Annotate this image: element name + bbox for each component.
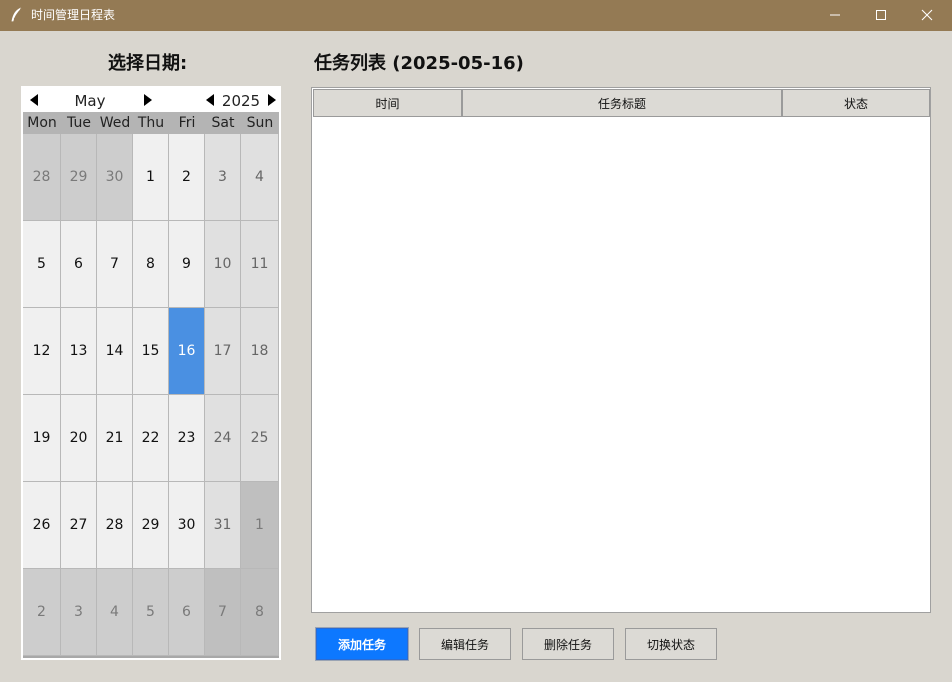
weekday-header: Wed	[97, 112, 133, 134]
calendar-day[interactable]: 6	[61, 221, 97, 308]
calendar-day[interactable]: 13	[61, 308, 97, 395]
weekday-header: Sat	[205, 112, 241, 134]
calendar-day[interactable]: 4	[241, 134, 279, 221]
calendar-day[interactable]: 2	[169, 134, 205, 221]
prev-year-icon[interactable]	[203, 92, 217, 108]
calendar-day[interactable]: 7	[205, 569, 241, 656]
calendar-day[interactable]: 26	[23, 482, 61, 569]
edit-task-button[interactable]: 编辑任务	[419, 628, 511, 660]
delete-task-button[interactable]: 删除任务	[522, 628, 614, 660]
calendar-header: May 2025	[23, 88, 279, 112]
calendar-day[interactable]: 5	[133, 569, 169, 656]
calendar-day[interactable]: 7	[97, 221, 133, 308]
calendar-day[interactable]: 9	[169, 221, 205, 308]
toggle-status-button[interactable]: 切换状态	[625, 628, 717, 660]
prev-month-icon[interactable]	[27, 92, 41, 108]
add-task-button[interactable]: 添加任务	[315, 627, 409, 661]
calendar-day[interactable]: 11	[241, 221, 279, 308]
date-heading: 选择日期:	[108, 53, 188, 74]
calendar-day[interactable]: 8	[241, 569, 279, 656]
task-list-heading: 任务列表 (2025-05-16)	[314, 53, 524, 74]
calendar-day[interactable]: 24	[205, 395, 241, 482]
calendar-day[interactable]: 30	[169, 482, 205, 569]
calendar: May 2025 Mon Tue Wed Thu Fri Sat Sun 28 29 30 1 2 3 4…	[21, 86, 281, 660]
calendar-day[interactable]: 28	[23, 134, 61, 221]
weekday-header: Fri	[169, 112, 205, 134]
calendar-day[interactable]: 3	[205, 134, 241, 221]
calendar-day[interactable]: 20	[61, 395, 97, 482]
next-month-icon[interactable]	[141, 92, 155, 108]
calendar-month: May	[74, 92, 106, 110]
window-title: 时间管理日程表	[31, 8, 116, 22]
task-table[interactable]: 时间 任务标题 状态	[311, 87, 931, 613]
calendar-day[interactable]: 4	[97, 569, 133, 656]
calendar-day[interactable]: 17	[205, 308, 241, 395]
minimize-icon	[829, 6, 841, 25]
title-bar: 时间管理日程表	[0, 0, 952, 31]
close-button[interactable]	[904, 0, 950, 31]
calendar-day[interactable]: 25	[241, 395, 279, 482]
maximize-icon	[875, 6, 887, 25]
maximize-button[interactable]	[858, 0, 904, 31]
calendar-day[interactable]: 2	[23, 569, 61, 656]
weekday-header: Tue	[61, 112, 97, 134]
feather-icon	[10, 7, 24, 23]
calendar-day[interactable]: 14	[97, 308, 133, 395]
calendar-day[interactable]: 15	[133, 308, 169, 395]
column-header-status[interactable]: 状态	[782, 89, 930, 117]
close-icon	[921, 6, 933, 25]
calendar-day[interactable]: 23	[169, 395, 205, 482]
calendar-day[interactable]: 6	[169, 569, 205, 656]
weekday-header: Thu	[133, 112, 169, 134]
column-header-title[interactable]: 任务标题	[462, 89, 782, 117]
calendar-day[interactable]: 31	[205, 482, 241, 569]
task-table-header: 时间 任务标题 状态	[313, 89, 930, 117]
main-window: 选择日期: 任务列表 (2025-05-16) May 2025 Mon Tue W…	[1, 31, 951, 681]
calendar-day[interactable]: 28	[97, 482, 133, 569]
calendar-day[interactable]: 10	[205, 221, 241, 308]
calendar-grid: Mon Tue Wed Thu Fri Sat Sun 28 29 30 1 2 3 4 5 6 7 8 9 10 11…	[23, 112, 279, 658]
calendar-day[interactable]: 18	[241, 308, 279, 395]
calendar-year: 2025	[221, 92, 261, 110]
column-header-time[interactable]: 时间	[313, 89, 462, 117]
calendar-day[interactable]: 8	[133, 221, 169, 308]
calendar-day[interactable]: 27	[61, 482, 97, 569]
calendar-day[interactable]: 3	[61, 569, 97, 656]
calendar-day[interactable]: 1	[133, 134, 169, 221]
calendar-day[interactable]: 12	[23, 308, 61, 395]
calendar-day[interactable]: 29	[61, 134, 97, 221]
minimize-button[interactable]	[812, 0, 858, 31]
calendar-day[interactable]: 5	[23, 221, 61, 308]
calendar-day[interactable]: 21	[97, 395, 133, 482]
calendar-day-selected[interactable]: 16	[169, 308, 205, 395]
next-year-icon[interactable]	[265, 92, 279, 108]
calendar-day[interactable]: 1	[241, 482, 279, 569]
calendar-day[interactable]: 29	[133, 482, 169, 569]
weekday-header: Sun	[241, 112, 279, 134]
weekday-header: Mon	[23, 112, 61, 134]
calendar-day[interactable]: 22	[133, 395, 169, 482]
calendar-day[interactable]: 19	[23, 395, 61, 482]
calendar-day[interactable]: 30	[97, 134, 133, 221]
